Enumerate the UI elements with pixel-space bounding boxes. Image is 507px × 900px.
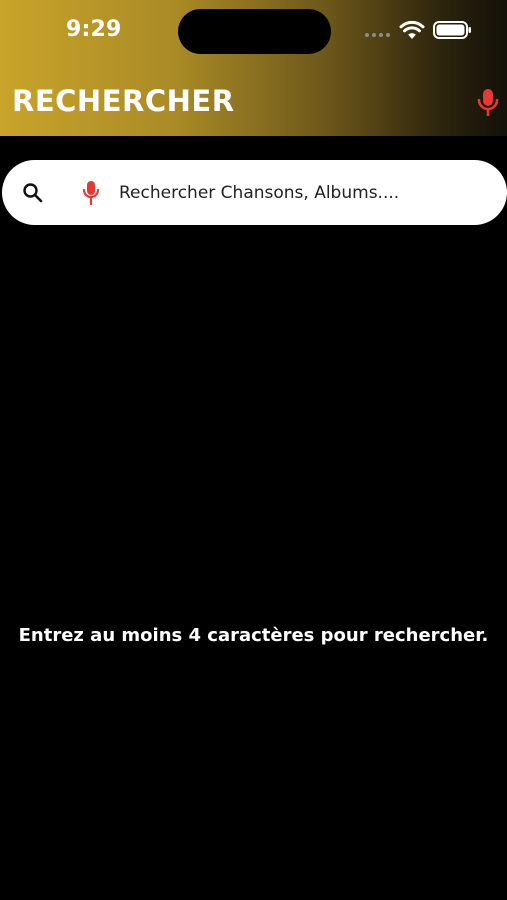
search-hint-text: Entrez au moins 4 caractères pour recher… (18, 625, 489, 646)
microphone-icon[interactable] (82, 180, 100, 206)
wifi-icon (399, 20, 425, 39)
search-icon (23, 183, 43, 203)
dynamic-island (178, 9, 331, 54)
status-bar: 9:29 (0, 0, 507, 60)
header: 9:29 RECHERCHER (0, 0, 507, 136)
search-bar[interactable] (2, 160, 507, 225)
page-title: RECHERCHER (12, 84, 235, 118)
cellular-signal-icon (365, 33, 390, 37)
search-input[interactable] (119, 178, 489, 208)
status-time: 9:29 (66, 17, 122, 42)
battery-icon (433, 21, 471, 39)
microphone-icon[interactable] (476, 88, 500, 116)
